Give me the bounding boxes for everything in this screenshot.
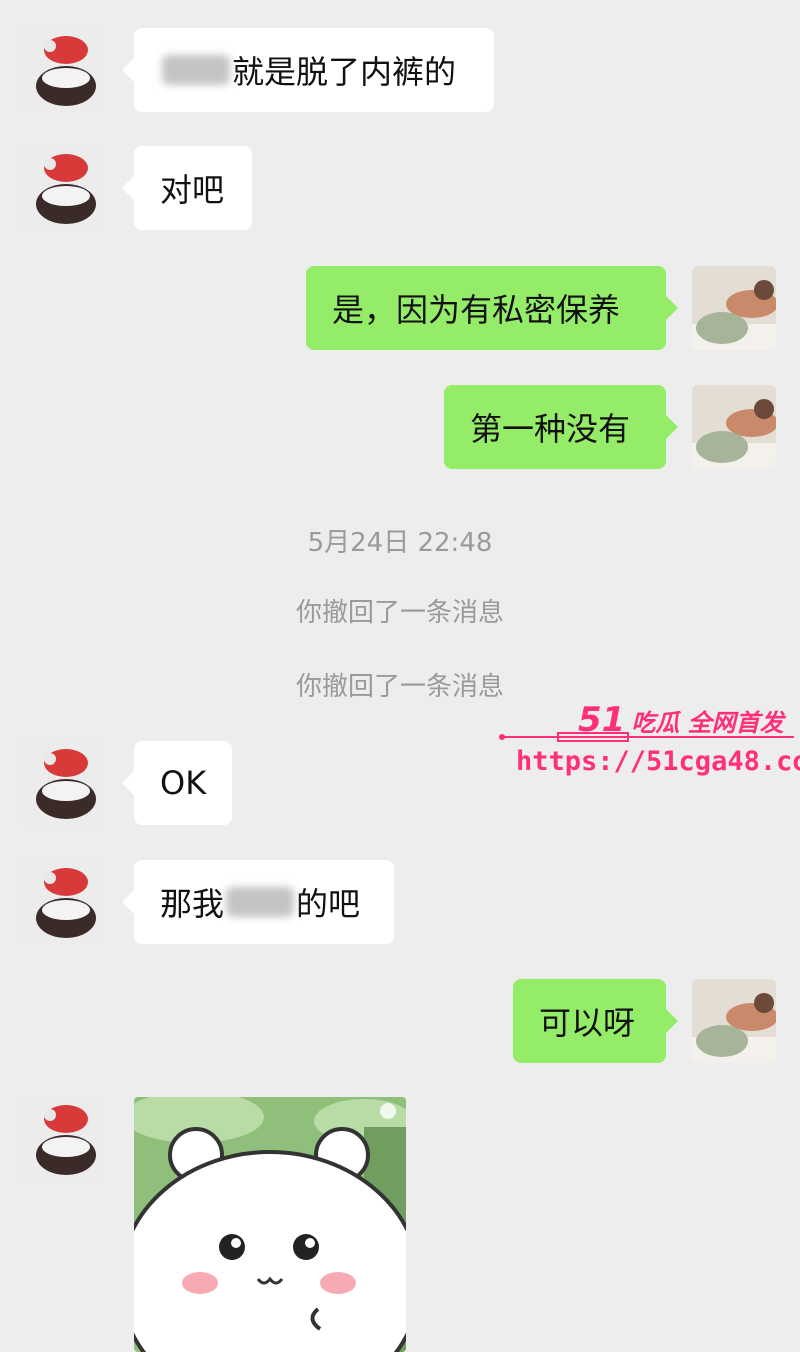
spa-photo-avatar-icon xyxy=(692,266,776,350)
message-text: 就是脱了内裤的 xyxy=(232,53,457,91)
redacted-text xyxy=(162,55,230,85)
redacted-text xyxy=(226,887,295,917)
contact-avatar[interactable] xyxy=(20,146,104,230)
hello-kitty-avatar-icon xyxy=(20,860,104,944)
own-avatar[interactable] xyxy=(692,266,776,350)
watermark-url: https://51cga48.com xyxy=(516,746,800,777)
message-text: 那我 xyxy=(160,885,225,923)
timestamp: 5月24日 22:48 xyxy=(307,528,493,558)
message-bubble-6[interactable]: 那我 的吧 xyxy=(122,860,394,944)
message-bubble-2[interactable]: 对吧 xyxy=(122,146,252,230)
hello-kitty-avatar-icon xyxy=(20,146,104,230)
message-text: OK xyxy=(160,764,207,802)
message-bubble-5[interactable]: OK xyxy=(122,741,232,825)
message-text: 第一种没有 xyxy=(470,410,631,448)
spa-photo-avatar-icon xyxy=(692,979,776,1063)
chat-view: 就是脱了内裤的 对吧 是，因为有私密保养 第一种没有 5月24日 22:48 你… xyxy=(0,0,800,1352)
message-bubble-4[interactable]: 第一种没有 xyxy=(444,385,678,469)
message-text: 对吧 xyxy=(160,171,225,209)
message-text: 可以呀 xyxy=(539,1004,636,1042)
hello-kitty-avatar-icon xyxy=(20,28,104,112)
sticker-message[interactable] xyxy=(134,1097,406,1352)
message-bubble-1[interactable]: 就是脱了内裤的 xyxy=(122,28,494,112)
recall-notice[interactable]: 你撤回了一条消息 xyxy=(0,666,800,703)
watermark: 51 吃瓜 全网首发 https://51cga48.com xyxy=(498,700,800,790)
recall-notice[interactable]: 你撤回了一条消息 xyxy=(0,592,800,629)
contact-avatar[interactable] xyxy=(20,1097,104,1181)
message-bubble-7[interactable]: 可以呀 xyxy=(513,979,678,1063)
cartoon-bear-sticker xyxy=(134,1097,406,1352)
message-text: 的吧 xyxy=(296,885,361,923)
spa-photo-avatar-icon xyxy=(692,385,776,469)
contact-avatar[interactable] xyxy=(20,741,104,825)
watermark-circuit-line xyxy=(499,732,794,742)
message-bubble-3[interactable]: 是，因为有私密保养 xyxy=(306,266,678,350)
message-text: 是，因为有私密保养 xyxy=(332,291,621,329)
own-avatar[interactable] xyxy=(692,385,776,469)
hello-kitty-avatar-icon xyxy=(20,741,104,825)
own-avatar[interactable] xyxy=(692,979,776,1063)
contact-avatar[interactable] xyxy=(20,860,104,944)
contact-avatar[interactable] xyxy=(20,28,104,112)
hello-kitty-avatar-icon xyxy=(20,1097,104,1181)
